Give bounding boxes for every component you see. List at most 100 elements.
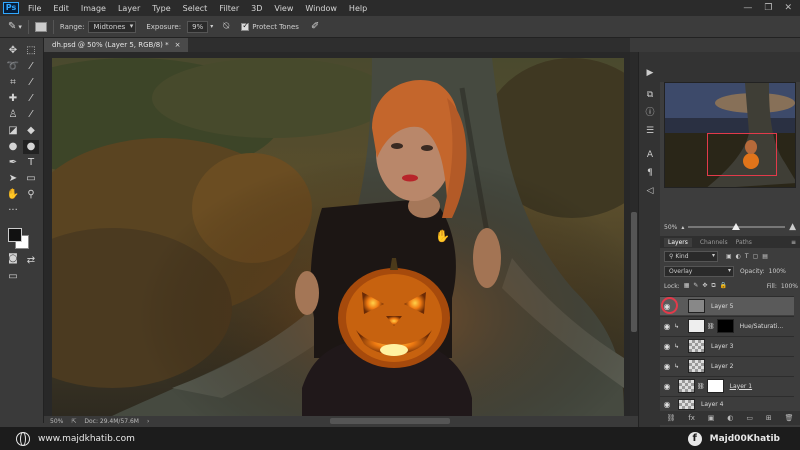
hand-tool-icon[interactable]: ✋ — [5, 188, 21, 202]
menu-select[interactable]: Select — [177, 4, 214, 13]
tab-channels[interactable]: Channels — [700, 239, 728, 246]
menu-layer[interactable]: Layer — [112, 4, 146, 13]
adjustment-layer-icon[interactable]: ◐ — [727, 414, 733, 422]
status-share-icon[interactable]: ⇱ — [71, 418, 76, 425]
exposure-slider-chevron-icon[interactable]: ▾ — [210, 23, 213, 30]
tab-paths[interactable]: Paths — [736, 239, 752, 246]
character-icon[interactable]: A — [643, 148, 657, 162]
glyphs-icon[interactable]: ◁ — [643, 184, 657, 198]
paragraph-icon[interactable]: ¶ — [643, 166, 657, 180]
pressure-icon[interactable]: ✐ — [311, 21, 319, 32]
tool-preset-chevron-icon[interactable]: ▾ — [18, 23, 22, 31]
minimize-button[interactable]: — — [743, 3, 752, 13]
maximize-button[interactable]: ❐ — [764, 3, 772, 13]
horizontal-scrollbar[interactable] — [330, 418, 450, 424]
shape-tool-icon[interactable]: ▭ — [23, 172, 39, 186]
layer-name[interactable]: Layer 5 — [711, 303, 733, 310]
menu-help[interactable]: Help — [343, 4, 373, 13]
brush-tool-icon[interactable]: ⁄ — [23, 92, 39, 106]
path-select-tool-icon[interactable]: ➤ — [5, 172, 21, 186]
delete-layer-icon[interactable]: 🗑 — [785, 414, 794, 422]
tab-layers[interactable]: Layers — [664, 237, 692, 247]
marquee-tool-icon[interactable]: ⬚ — [23, 44, 39, 58]
menu-3d[interactable]: 3D — [245, 4, 268, 13]
history-icon[interactable]: ⧉ — [643, 88, 657, 102]
move-tool-icon[interactable]: ✥ — [5, 44, 21, 58]
eye-icon[interactable]: ◉ — [660, 382, 674, 391]
eye-icon[interactable]: ◉ — [660, 322, 674, 331]
menu-image[interactable]: Image — [75, 4, 112, 13]
protect-tones-checkbox[interactable]: Protect Tones — [241, 21, 299, 31]
layer-row[interactable]: ◉ ↳ ⛓ Hue/Saturati... — [660, 316, 794, 335]
slider-knob[interactable] — [731, 223, 740, 230]
layer-row[interactable]: ◉ Layer 5 — [660, 296, 794, 315]
menu-file[interactable]: File — [22, 4, 47, 13]
opacity-input[interactable]: 100% — [769, 268, 786, 275]
menu-filter[interactable]: Filter — [213, 4, 245, 13]
close-tab-icon[interactable]: × — [175, 41, 181, 49]
zoom-in-icon[interactable]: ▲ — [789, 222, 796, 232]
add-mask-icon[interactable]: ▣ — [708, 414, 715, 422]
paint-bucket-tool-icon[interactable]: ◆ — [23, 124, 39, 138]
eye-icon[interactable]: ◉ — [660, 400, 674, 409]
navigator-zoom-value[interactable]: 50% — [664, 224, 677, 231]
new-layer-icon[interactable]: ⊞ — [766, 414, 772, 422]
new-group-icon[interactable]: ▭ — [746, 414, 753, 422]
layer-row[interactable]: ◉ ↳ Layer 2 — [660, 356, 794, 375]
quick-select-tool-icon[interactable]: ⁄ — [23, 60, 39, 74]
menu-type[interactable]: Type — [146, 4, 176, 13]
layer-name[interactable]: Layer 1 — [730, 383, 752, 390]
doc-size[interactable]: Doc: 29.4M/57.6M — [84, 418, 139, 425]
lock-icons[interactable]: ▦✎✥⧉🔒 — [684, 282, 731, 290]
document-canvas[interactable]: ✋ — [52, 58, 624, 416]
clone-stamp-tool-icon[interactable]: ♙ — [5, 108, 21, 122]
layer-name[interactable]: Hue/Saturati... — [740, 323, 784, 330]
info-icon[interactable]: ⓘ — [643, 106, 657, 120]
panel-menu-icon[interactable]: ≡ — [791, 239, 796, 246]
navigator-zoom-slider[interactable] — [688, 223, 786, 230]
zoom-tool-icon[interactable]: ⚲ — [23, 188, 39, 202]
eye-icon[interactable]: ◉ — [660, 362, 674, 371]
layer-name[interactable]: Layer 4 — [701, 401, 723, 408]
type-tool-icon[interactable]: T — [23, 156, 39, 170]
burn-tool-icon[interactable]: ✎ — [8, 21, 16, 32]
fx-icon[interactable]: fx — [688, 414, 695, 422]
layer-name[interactable]: Layer 2 — [711, 363, 733, 370]
pen-tool-icon[interactable]: ✒ — [5, 156, 21, 170]
menu-edit[interactable]: Edit — [47, 4, 75, 13]
document-tab[interactable]: dh.psd @ 50% (Layer 5, RGB/8) * × — [44, 38, 189, 52]
play-actions-icon[interactable]: ▶ — [643, 66, 657, 80]
zoom-out-icon[interactable]: ▴ — [681, 224, 684, 231]
layer-row[interactable]: ◉ ↳ Layer 3 — [660, 336, 794, 355]
more-tools-icon[interactable]: ··· — [5, 204, 21, 218]
kind-filter-select[interactable]: ⚲ Kind — [664, 251, 718, 262]
history-brush-tool-icon[interactable]: ⁄ — [23, 108, 39, 122]
eyedropper-tool-icon[interactable]: ⁄ — [23, 76, 39, 90]
layer-row[interactable]: ◉ ⛓ Layer 1 — [660, 376, 794, 395]
range-select[interactable]: Midtones — [88, 20, 137, 33]
crop-tool-icon[interactable]: ⌗ — [5, 76, 21, 90]
navigator-view-box[interactable] — [707, 133, 777, 176]
dodge-burn-tool-icon[interactable]: ● — [23, 140, 39, 154]
blur-tool-icon[interactable]: ● — [5, 140, 21, 154]
exposure-input[interactable]: 9% — [187, 20, 209, 33]
layer-name[interactable]: Layer 3 — [711, 343, 733, 350]
airbrush-icon[interactable]: ⍉ — [223, 21, 229, 32]
menu-view[interactable]: View — [268, 4, 299, 13]
layer-row[interactable]: ◉ Layer 4 — [660, 396, 794, 411]
properties-icon[interactable]: ☰ — [643, 124, 657, 138]
blend-mode-select[interactable]: Overlay — [664, 266, 734, 277]
eraser-tool-icon[interactable]: ◪ — [5, 124, 21, 138]
lasso-tool-icon[interactable]: ➰ — [5, 60, 21, 74]
healing-tool-icon[interactable]: ✚ — [5, 92, 21, 106]
eye-icon[interactable]: ◉ — [660, 342, 674, 351]
swap-colors-icon[interactable]: ⇄ — [23, 254, 39, 268]
fill-input[interactable]: 100% — [781, 283, 798, 290]
menu-window[interactable]: Window — [299, 4, 343, 13]
zoom-level[interactable]: 50% — [50, 418, 63, 425]
brush-preset-icon[interactable] — [34, 21, 47, 32]
status-chevron-icon[interactable]: › — [147, 418, 149, 425]
vertical-scrollbar[interactable] — [630, 52, 638, 416]
foreground-color-swatch[interactable] — [8, 228, 22, 242]
filter-type-icons[interactable]: ▣◐T▢▤ — [726, 253, 772, 260]
